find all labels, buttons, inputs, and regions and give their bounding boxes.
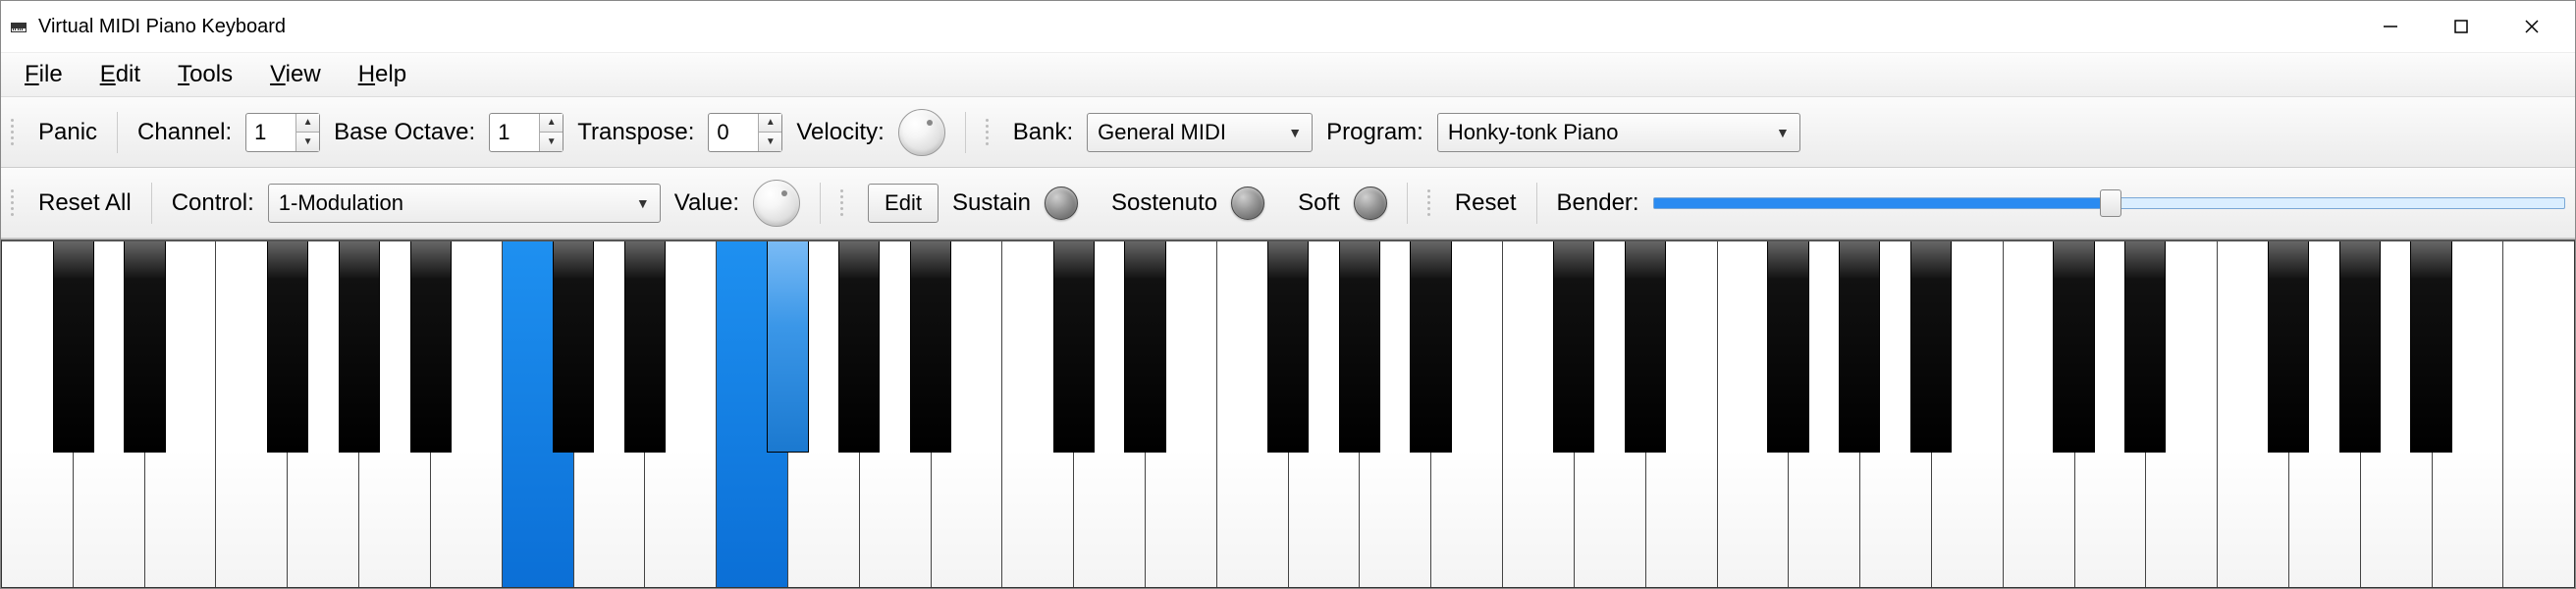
channel-spin[interactable]: ▲▼ bbox=[245, 113, 320, 152]
menubar: File Edit Tools View Help bbox=[1, 52, 2575, 97]
base-octave-label: Base Octave: bbox=[334, 119, 475, 146]
black-key[interactable] bbox=[53, 241, 94, 453]
chevron-down-icon: ▼ bbox=[1776, 125, 1790, 140]
window-title: Virtual MIDI Piano Keyboard bbox=[38, 16, 286, 38]
transpose-spin[interactable]: ▲▼ bbox=[708, 113, 782, 152]
transpose-label: Transpose: bbox=[577, 119, 694, 146]
toolbar-grip[interactable] bbox=[11, 115, 21, 150]
black-key[interactable] bbox=[1410, 241, 1451, 453]
bank-value: General MIDI bbox=[1098, 120, 1226, 145]
control-value: 1-Modulation bbox=[279, 190, 403, 216]
sustain-led[interactable] bbox=[1045, 187, 1078, 220]
black-key[interactable] bbox=[910, 241, 951, 453]
bender-label: Bender: bbox=[1557, 189, 1639, 217]
black-key[interactable] bbox=[624, 241, 666, 453]
toolbar-main: Panic Channel: ▲▼ Base Octave: ▲▼ Transp… bbox=[1, 97, 2575, 168]
menu-help[interactable]: Help bbox=[352, 57, 412, 92]
control-label: Control: bbox=[172, 189, 254, 217]
black-key[interactable] bbox=[2053, 241, 2094, 453]
app-icon bbox=[9, 17, 28, 36]
maximize-button[interactable] bbox=[2426, 3, 2496, 50]
app-window: Virtual MIDI Piano Keyboard File Edit To… bbox=[0, 0, 2576, 589]
soft-led[interactable] bbox=[1354, 187, 1387, 220]
transpose-input[interactable] bbox=[709, 114, 758, 151]
black-key[interactable] bbox=[1124, 241, 1165, 453]
chevron-down-icon: ▼ bbox=[1288, 125, 1302, 140]
black-key[interactable] bbox=[1339, 241, 1380, 453]
piano-keyboard bbox=[1, 240, 2575, 588]
white-key[interactable] bbox=[2503, 241, 2574, 587]
bank-label: Bank: bbox=[1013, 119, 1073, 146]
reset-all-button[interactable]: Reset All bbox=[38, 189, 132, 217]
transpose-up[interactable]: ▲ bbox=[759, 114, 781, 134]
toolbar-grip[interactable] bbox=[1427, 186, 1437, 221]
menu-view[interactable]: View bbox=[264, 57, 327, 92]
piano-area bbox=[1, 239, 2575, 588]
base-octave-input[interactable] bbox=[490, 114, 539, 151]
channel-down[interactable]: ▼ bbox=[296, 133, 319, 151]
black-key[interactable] bbox=[410, 241, 452, 453]
reset-button[interactable]: Reset bbox=[1455, 189, 1517, 217]
toolbar-grip[interactable] bbox=[11, 186, 21, 221]
bender-slider[interactable] bbox=[1653, 197, 2565, 209]
soft-label: Soft bbox=[1298, 189, 1340, 217]
black-key[interactable] bbox=[1553, 241, 1594, 453]
chevron-down-icon: ▼ bbox=[636, 195, 650, 211]
channel-label: Channel: bbox=[137, 119, 232, 146]
toolbar-controllers: Reset All Control: 1-Modulation ▼ Value:… bbox=[1, 168, 2575, 239]
menu-tools[interactable]: Tools bbox=[172, 57, 239, 92]
program-value: Honky-tonk Piano bbox=[1448, 120, 1619, 145]
program-combo[interactable]: Honky-tonk Piano ▼ bbox=[1437, 113, 1800, 152]
bank-combo[interactable]: General MIDI ▼ bbox=[1087, 113, 1313, 152]
titlebar: Virtual MIDI Piano Keyboard bbox=[1, 1, 2575, 52]
black-key[interactable] bbox=[838, 241, 880, 453]
black-key[interactable] bbox=[339, 241, 380, 453]
value-label: Value: bbox=[674, 189, 739, 217]
control-combo[interactable]: 1-Modulation ▼ bbox=[268, 184, 661, 223]
black-key[interactable] bbox=[267, 241, 308, 453]
black-key[interactable] bbox=[553, 241, 594, 453]
channel-up[interactable]: ▲ bbox=[296, 114, 319, 134]
menu-edit[interactable]: Edit bbox=[94, 57, 146, 92]
panic-button[interactable]: Panic bbox=[38, 119, 97, 146]
velocity-label: Velocity: bbox=[796, 119, 884, 146]
bender-fill bbox=[1654, 198, 2110, 208]
close-button[interactable] bbox=[2496, 3, 2567, 50]
black-key[interactable] bbox=[1053, 241, 1095, 453]
sustain-label: Sustain bbox=[952, 189, 1031, 217]
minimize-button[interactable] bbox=[2355, 3, 2426, 50]
black-key[interactable] bbox=[767, 241, 808, 453]
channel-input[interactable] bbox=[246, 114, 295, 151]
velocity-knob[interactable] bbox=[898, 109, 945, 156]
edit-button[interactable]: Edit bbox=[868, 184, 939, 223]
black-key[interactable] bbox=[1910, 241, 1952, 453]
black-key[interactable] bbox=[2268, 241, 2309, 453]
toolbar-grip[interactable] bbox=[840, 186, 850, 221]
black-key[interactable] bbox=[1839, 241, 1880, 453]
value-knob[interactable] bbox=[753, 180, 800, 227]
base-octave-up[interactable]: ▲ bbox=[540, 114, 563, 134]
black-key[interactable] bbox=[1625, 241, 1666, 453]
transpose-down[interactable]: ▼ bbox=[759, 133, 781, 151]
base-octave-spin[interactable]: ▲▼ bbox=[489, 113, 564, 152]
base-octave-down[interactable]: ▼ bbox=[540, 133, 563, 151]
bender-thumb[interactable] bbox=[2100, 189, 2121, 217]
black-key[interactable] bbox=[2124, 241, 2166, 453]
menu-file[interactable]: File bbox=[19, 57, 69, 92]
black-key[interactable] bbox=[124, 241, 165, 453]
black-key[interactable] bbox=[1267, 241, 1309, 453]
black-key[interactable] bbox=[1767, 241, 1808, 453]
edit-label: Edit bbox=[885, 190, 922, 216]
black-key[interactable] bbox=[2410, 241, 2451, 453]
sostenuto-led[interactable] bbox=[1231, 187, 1264, 220]
black-key[interactable] bbox=[2339, 241, 2381, 453]
toolbar-grip[interactable] bbox=[986, 115, 995, 150]
sostenuto-label: Sostenuto bbox=[1111, 189, 1217, 217]
program-label: Program: bbox=[1326, 119, 1423, 146]
